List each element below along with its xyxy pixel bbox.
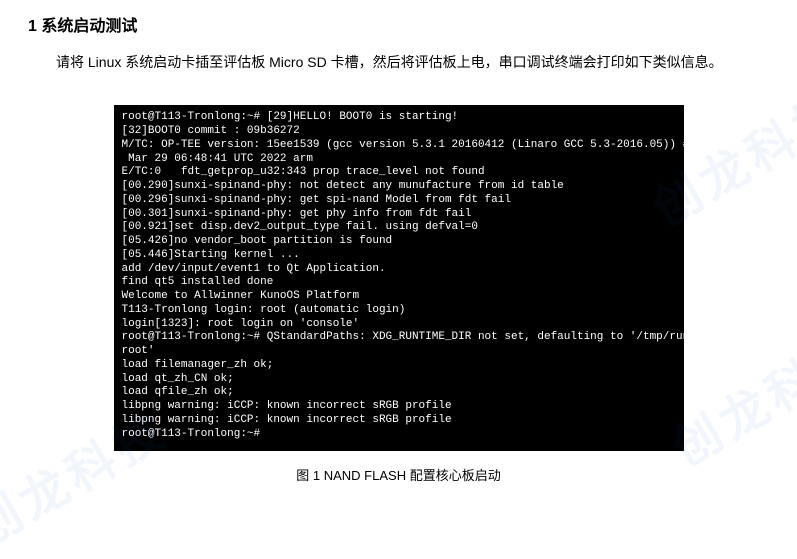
terminal-line: [00.921]set disp.dev2_output_type fail. … bbox=[122, 221, 676, 235]
terminal-line: [00.296]sunxi-spinand-phy: get spi-nand … bbox=[122, 194, 676, 208]
terminal-line: root@T113-Tronlong:~# [29]HELLO! BOOT0 i… bbox=[122, 111, 676, 125]
terminal-line: load filemanager_zh ok; bbox=[122, 359, 676, 373]
intro-paragraph: 请将 Linux 系统启动卡插至评估板 Micro SD 卡槽，然后将评估板上电… bbox=[0, 36, 797, 77]
terminal-line: load qfile_zh ok; bbox=[122, 386, 676, 400]
terminal-line: [00.301]sunxi-spinand-phy: get phy info … bbox=[122, 208, 676, 222]
terminal-line: M/TC: OP-TEE version: 15ee1539 (gcc vers… bbox=[122, 139, 676, 153]
terminal-line: [32]BOOT0 commit : 09b36272 bbox=[122, 125, 676, 139]
terminal-line: [00.290]sunxi-spinand-phy: not detect an… bbox=[122, 180, 676, 194]
terminal-line: root' bbox=[122, 345, 676, 359]
terminal-line: libpng warning: iCCP: known incorrect sR… bbox=[122, 400, 676, 414]
terminal-line: root@T113-Tronlong:~# QStandardPaths: XD… bbox=[122, 331, 676, 345]
section-heading: 1 系统启动测试 bbox=[0, 0, 797, 36]
terminal-line: load qt_zh_CN ok; bbox=[122, 373, 676, 387]
terminal-line: [05.426]no vendor_boot partition is foun… bbox=[122, 235, 676, 249]
terminal-output: root@T113-Tronlong:~# [29]HELLO! BOOT0 i… bbox=[114, 105, 684, 451]
terminal-line: T113-Tronlong login: root (automatic log… bbox=[122, 304, 676, 318]
terminal-line: add /dev/input/event1 to Qt Application. bbox=[122, 263, 676, 277]
terminal-line: Mar 29 06:48:41 UTC 2022 arm bbox=[122, 153, 676, 167]
terminal-line: Welcome to Allwinner KunoOS Platform bbox=[122, 290, 676, 304]
terminal-line: [05.446]Starting kernel ... bbox=[122, 249, 676, 263]
terminal-line: libpng warning: iCCP: known incorrect sR… bbox=[122, 414, 676, 428]
figure-caption: 图 1 NAND FLASH 配置核心板启动 bbox=[0, 465, 797, 484]
terminal-line: find qt5 installed done bbox=[122, 276, 676, 290]
terminal-line: E/TC:0 fdt_getprop_u32:343 prop trace_le… bbox=[122, 166, 676, 180]
terminal-line: login[1323]: root login on 'console' bbox=[122, 318, 676, 332]
terminal-line: root@T113-Tronlong:~# bbox=[122, 428, 676, 442]
terminal-container: root@T113-Tronlong:~# [29]HELLO! BOOT0 i… bbox=[0, 105, 797, 451]
